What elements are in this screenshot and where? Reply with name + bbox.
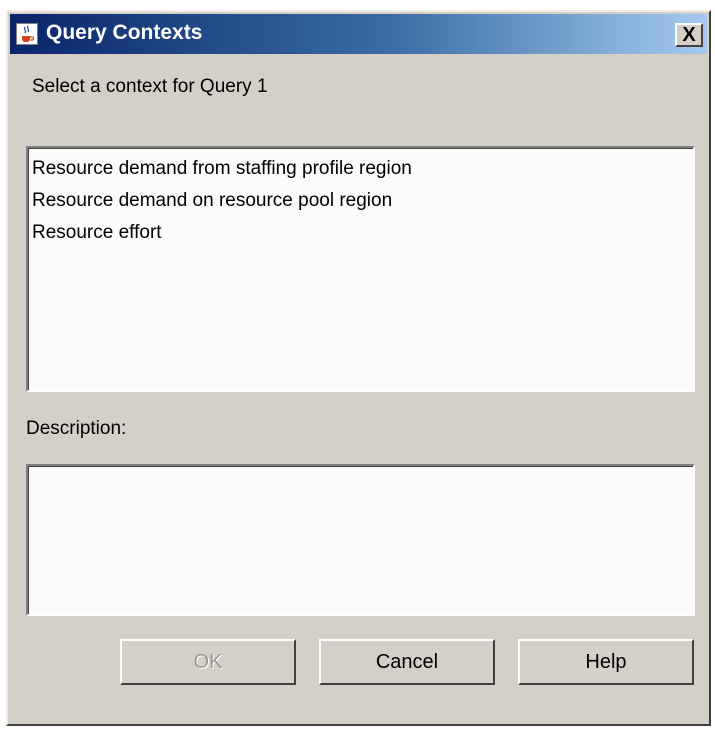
- help-button[interactable]: Help: [518, 639, 694, 685]
- description-field: [26, 464, 695, 616]
- context-prompt: Select a context for Query 1: [32, 76, 268, 97]
- context-list[interactable]: Resource demand from staffing profile re…: [26, 146, 695, 392]
- cancel-button[interactable]: Cancel: [319, 639, 495, 685]
- title-bar[interactable]: Query Contexts X: [10, 14, 707, 54]
- java-cup-icon: [16, 23, 38, 45]
- query-contexts-dialog: Query Contexts X Select a context for Qu…: [6, 10, 711, 726]
- description-label: Description:: [26, 418, 127, 439]
- context-list-item[interactable]: Resource demand from staffing profile re…: [32, 153, 693, 185]
- dialog-title: Query Contexts: [46, 21, 203, 44]
- close-button[interactable]: X: [675, 23, 703, 47]
- context-list-item[interactable]: Resource demand on resource pool region: [32, 185, 693, 217]
- close-icon: X: [682, 24, 696, 46]
- context-list-item[interactable]: Resource effort: [32, 217, 693, 249]
- ok-button[interactable]: OK: [120, 639, 296, 685]
